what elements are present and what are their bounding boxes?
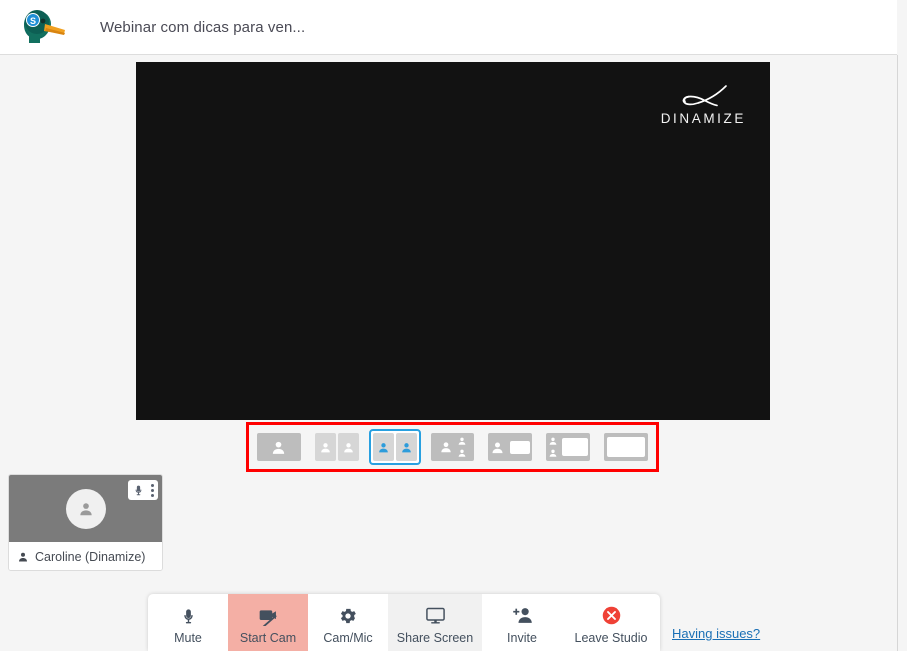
screen-box-icon [508,439,531,455]
person-icon [492,442,503,453]
invite-button-label: Invite [507,631,537,645]
person-add-icon [512,604,533,626]
close-circle-icon [601,604,622,626]
app-header: S Webinar com dicas para ven... [0,0,897,55]
leave-studio-button-label: Leave Studio [574,631,648,645]
mute-button[interactable]: Mute [148,594,228,651]
person-icon [19,552,27,561]
layout-option-screen-only[interactable] [600,429,652,465]
layout-option-two-equal-selected[interactable] [368,429,421,465]
microphone-icon[interactable] [132,484,145,497]
person-icon [343,442,353,452]
studio-toolbar: Mute Start Cam Cam/Mic Share Screen Invi… [148,594,660,651]
participant-tile[interactable]: Caroline (Dinamize) [8,474,163,571]
share-screen-button-label: Share Screen [396,631,474,645]
layout-option-one-plus-two[interactable] [427,429,479,465]
start-cam-button-label: Start Cam [239,631,297,645]
layout-option-two-small-plus-screen[interactable] [542,429,594,465]
video-stage[interactable]: DINAMIZE [136,62,770,420]
screen-box-icon [606,436,647,458]
avatar [65,488,106,529]
page-title: Webinar com dicas para ven... [100,18,306,36]
cam-mic-button-label: Cam/Mic [323,631,373,645]
cam-mic-button[interactable]: Cam/Mic [308,594,388,651]
person-icon [401,442,411,452]
leave-studio-button[interactable]: Leave Studio [562,594,660,651]
side-panel-divider[interactable] [897,55,907,651]
kebab-menu-icon[interactable] [151,483,154,497]
svg-text:S: S [30,16,36,26]
microphone-icon [179,604,198,626]
having-issues-link[interactable]: Having issues? [672,626,760,641]
participant-name: Caroline (Dinamize) [35,549,146,564]
duck-mallard-logo-icon: S [20,7,68,47]
share-screen-button[interactable]: Share Screen [388,594,482,651]
screen-box-icon [560,437,589,457]
dinamize-swoosh-icon [676,84,730,110]
dinamize-watermark-text: DINAMIZE [660,111,746,126]
studio-page: S Webinar com dicas para ven... DINAMIZE [0,0,907,651]
dinamize-watermark: DINAMIZE [661,84,746,126]
participant-name-row: Caroline (Dinamize) [9,542,162,570]
participant-controls[interactable] [128,480,158,500]
person-icon [273,441,285,454]
monitor-icon [425,604,446,626]
person-avatar-icon [79,502,92,515]
layout-selector[interactable] [246,422,659,472]
person-icon [320,442,330,452]
mute-button-label: Mute [174,631,202,645]
start-cam-button[interactable]: Start Cam [228,594,308,651]
invite-button[interactable]: Invite [482,594,562,651]
person-icon [458,437,465,445]
person-icon [440,442,451,453]
camera-off-icon [258,604,279,626]
person-icon [458,449,465,457]
person-icon [549,449,557,457]
participant-video-area[interactable] [9,475,162,542]
layout-option-speaker-plus-screen[interactable] [484,429,536,465]
person-icon [378,442,388,452]
gear-icon [338,604,358,626]
person-icon [549,437,557,445]
layout-option-single-speaker[interactable] [253,429,305,465]
layout-option-two-equal[interactable] [311,429,363,465]
